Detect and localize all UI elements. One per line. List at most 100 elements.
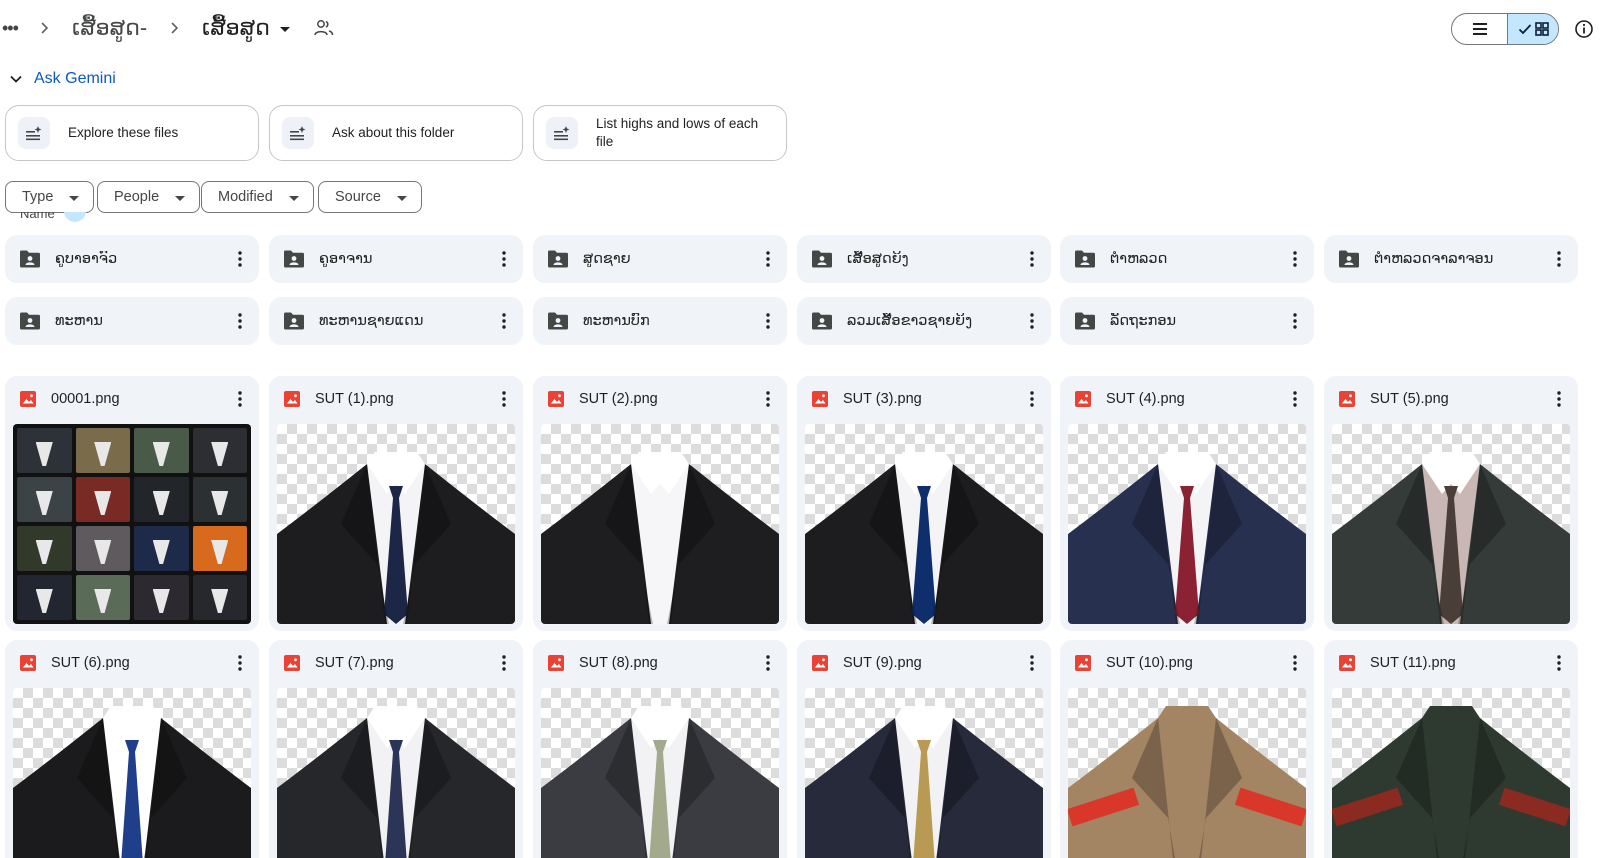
people-icon[interactable]	[314, 19, 334, 37]
more-vertical-icon[interactable]	[1284, 248, 1306, 270]
file-card-header: SUT (8).png	[533, 640, 787, 686]
more-vertical-icon[interactable]	[493, 248, 515, 270]
breadcrumb-parent[interactable]: ເສື້ອສູດ-	[72, 12, 147, 44]
file-card[interactable]: SUT (8).png	[533, 640, 787, 858]
folder-item[interactable]: ເສື້ອສູດຍິງ	[797, 235, 1051, 283]
filter-modified[interactable]: Modified	[201, 181, 314, 213]
folder-name: ຕໍາຫລວດຈາລາຈອນ	[1374, 251, 1494, 267]
folder-item[interactable]: ຄູບາອາຈົວ	[5, 235, 259, 283]
suggestion-highs-lows[interactable]: List highs and lows of each file	[533, 105, 787, 161]
caret-down-icon	[69, 195, 80, 201]
suggestion-ask-folder[interactable]: Ask about this folder	[269, 105, 523, 161]
ask-gemini-toggle[interactable]: Ask Gemini	[8, 66, 116, 92]
shared-folder-icon	[1075, 250, 1095, 268]
more-horizontal-icon[interactable]: •••	[2, 16, 24, 40]
breadcrumb-current[interactable]: ເສື້ອສູດ	[202, 12, 290, 44]
file-card[interactable]: 00001.png	[5, 376, 259, 631]
more-vertical-icon[interactable]	[757, 388, 779, 410]
more-vertical-icon[interactable]	[493, 652, 515, 674]
file-thumbnail	[13, 688, 251, 858]
folder-name: ລັດຖະກອນ	[1110, 313, 1177, 329]
more-vertical-icon[interactable]	[757, 652, 779, 674]
filter-people[interactable]: People	[97, 181, 201, 213]
file-thumbnail	[805, 688, 1043, 858]
sparkle-list-icon	[18, 117, 50, 149]
file-card[interactable]: SUT (1).png	[269, 376, 523, 631]
file-card[interactable]: SUT (9).png	[797, 640, 1051, 858]
folder-item[interactable]: ລວມເສື້ອຂາວຊາຍຍິງ	[797, 297, 1051, 345]
more-vertical-icon[interactable]	[493, 310, 515, 332]
suggestion-explore-files[interactable]: Explore these files	[5, 105, 259, 161]
file-card[interactable]: SUT (4).png	[1060, 376, 1314, 631]
folder-name: ຄູບາອາຈົວ	[55, 251, 118, 267]
file-name: SUT (2).png	[579, 391, 658, 407]
more-vertical-icon[interactable]	[229, 652, 251, 674]
filter-label: People	[114, 189, 160, 205]
file-card-header: SUT (5).png	[1324, 376, 1578, 422]
chevron-right-icon	[168, 18, 182, 38]
shared-folder-icon	[20, 312, 40, 330]
more-vertical-icon[interactable]	[1021, 652, 1043, 674]
file-card-header: SUT (7).png	[269, 640, 523, 686]
file-name: SUT (1).png	[315, 391, 394, 407]
file-thumbnail	[1068, 424, 1306, 624]
image-file-icon	[1339, 391, 1355, 407]
file-name: SUT (4).png	[1106, 391, 1185, 407]
more-vertical-icon[interactable]	[1284, 652, 1306, 674]
more-vertical-icon[interactable]	[1021, 310, 1043, 332]
more-vertical-icon[interactable]	[757, 310, 779, 332]
filter-source[interactable]: Source	[318, 181, 422, 213]
folder-item[interactable]: ທະຫານ	[5, 297, 259, 345]
folder-item[interactable]: ທະຫານຊາຍແດນ	[269, 297, 523, 345]
file-card[interactable]: SUT (10).png	[1060, 640, 1314, 858]
file-card[interactable]: SUT (6).png	[5, 640, 259, 858]
file-card[interactable]: SUT (2).png	[533, 376, 787, 631]
ask-gemini-label: Ask Gemini	[34, 70, 116, 87]
file-card[interactable]: SUT (11).png	[1324, 640, 1578, 858]
sort-direction-icon[interactable]	[64, 212, 86, 222]
file-name: SUT (6).png	[51, 655, 130, 671]
file-name: SUT (3).png	[843, 391, 922, 407]
image-file-icon	[812, 391, 828, 407]
sparkle-list-icon	[282, 117, 314, 149]
more-vertical-icon[interactable]	[229, 310, 251, 332]
more-vertical-icon[interactable]	[1548, 652, 1570, 674]
folder-item[interactable]: ຕໍາຫລວດຈາລາຈອນ	[1324, 235, 1578, 283]
folder-item[interactable]: ຕໍາຫລວດ	[1060, 235, 1314, 283]
file-name: SUT (8).png	[579, 655, 658, 671]
more-vertical-icon[interactable]	[1548, 388, 1570, 410]
folder-item[interactable]: ສູດຊາຍ	[533, 235, 787, 283]
more-vertical-icon[interactable]	[229, 248, 251, 270]
list-view-button[interactable]	[1452, 14, 1507, 44]
file-card[interactable]: SUT (5).png	[1324, 376, 1578, 631]
filter-type[interactable]: Type	[5, 181, 95, 213]
file-card[interactable]: SUT (7).png	[269, 640, 523, 858]
more-vertical-icon[interactable]	[1284, 388, 1306, 410]
shared-folder-icon	[548, 250, 568, 268]
more-vertical-icon[interactable]	[1284, 310, 1306, 332]
file-card-header: SUT (2).png	[533, 376, 787, 422]
folder-item[interactable]: ຄູອາຈານ	[269, 235, 523, 283]
drive-folder-view: ••• ເສື້ອສູດ- ເສື້ອສູດ Ask Gemini Explor…	[0, 0, 1608, 858]
folder-name: ລວມເສື້ອຂາວຊາຍຍິງ	[847, 313, 973, 329]
sort-name-label[interactable]: Name	[20, 212, 55, 222]
more-vertical-icon[interactable]	[493, 388, 515, 410]
more-vertical-icon[interactable]	[1548, 248, 1570, 270]
file-card[interactable]: SUT (3).png	[797, 376, 1051, 631]
folder-item[interactable]: ລັດຖະກອນ	[1060, 297, 1314, 345]
more-vertical-icon[interactable]	[1021, 388, 1043, 410]
filter-label: Modified	[218, 189, 273, 205]
info-icon[interactable]	[1574, 19, 1594, 39]
file-thumbnail	[541, 424, 779, 624]
file-name: SUT (5).png	[1370, 391, 1449, 407]
folder-item[interactable]: ທະຫານບົກ	[533, 297, 787, 345]
more-vertical-icon[interactable]	[757, 248, 779, 270]
suggestion-label: Explore these files	[68, 125, 179, 140]
more-vertical-icon[interactable]	[229, 388, 251, 410]
sparkle-list-icon	[546, 117, 578, 149]
chevron-down-icon	[10, 75, 22, 83]
shared-folder-icon	[812, 250, 832, 268]
image-file-icon	[1075, 391, 1091, 407]
more-vertical-icon[interactable]	[1021, 248, 1043, 270]
grid-view-button[interactable]	[1507, 14, 1558, 44]
